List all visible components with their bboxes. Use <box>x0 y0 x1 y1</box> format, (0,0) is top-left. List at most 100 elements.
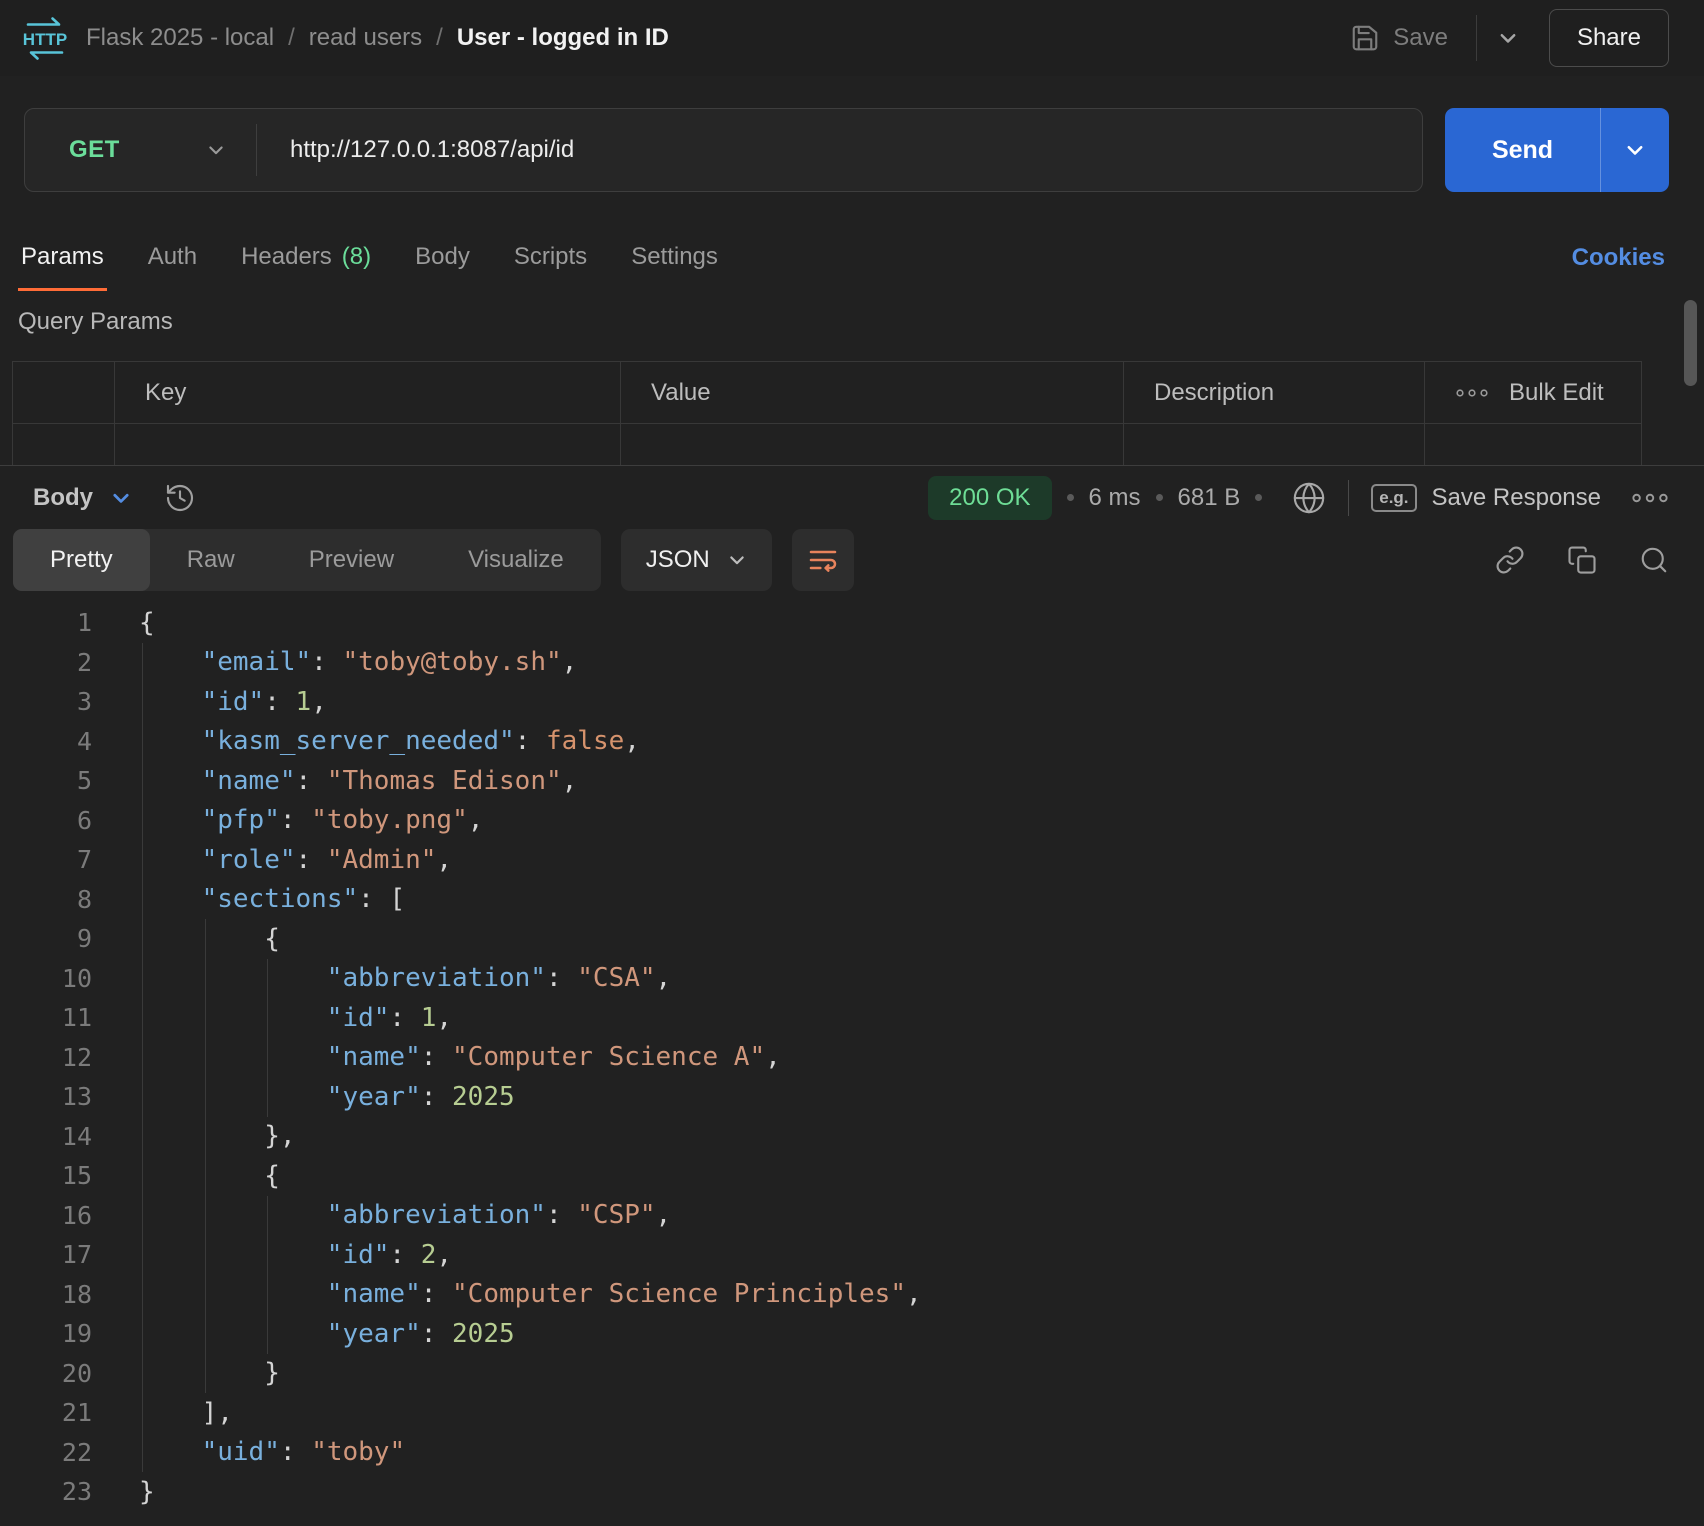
body-chevron-icon <box>110 487 132 509</box>
code-line: 12"name": "Computer Science A", <box>0 1038 1704 1078</box>
format-dropdown[interactable]: JSON <box>621 529 772 591</box>
code-line: 15{ <box>0 1156 1704 1196</box>
tab-auth[interactable]: Auth <box>145 225 200 291</box>
line-content: "abbreviation": "CSA", <box>139 959 671 999</box>
breadcrumb-separator: / <box>436 24 443 52</box>
code-line: 21], <box>0 1393 1704 1433</box>
breadcrumb: Flask 2025 - local / read users / User -… <box>86 24 669 52</box>
response-time[interactable]: 6 ms <box>1089 484 1141 512</box>
line-content: ], <box>139 1393 233 1433</box>
line-content: "year": 2025 <box>139 1314 515 1354</box>
param-checkbox-column <box>13 362 115 424</box>
param-row-cell <box>1425 424 1641 465</box>
bulk-edit-label: Bulk Edit <box>1509 379 1604 407</box>
send-options-chevron-icon[interactable] <box>1601 108 1669 192</box>
code-line: 11 "id": 1, <box>0 998 1704 1038</box>
more-options-icon <box>1455 386 1489 400</box>
column-header-key: Key <box>115 362 621 424</box>
save-response-button[interactable]: Save Response <box>1432 484 1601 512</box>
view-tab-visualize[interactable]: Visualize <box>431 529 601 591</box>
view-tab-raw[interactable]: Raw <box>150 529 272 591</box>
svg-text:HTTP: HTTP <box>23 30 67 49</box>
save-icon <box>1350 23 1380 53</box>
line-number: 18 <box>0 1280 92 1309</box>
bulk-edit-cell[interactable]: Bulk Edit <box>1425 362 1641 424</box>
share-button[interactable]: Share <box>1549 9 1669 67</box>
line-number: 13 <box>0 1082 92 1111</box>
code-line: 5"name": "Thomas Edison", <box>0 761 1704 801</box>
response-meta-row: Body 200 OK 6 ms 681 B e.g. Save Respons… <box>33 466 1669 529</box>
response-body-viewer[interactable]: 1{2"email": "toby@toby.sh",3"id": 1,4"ka… <box>0 603 1704 1526</box>
status-badge[interactable]: 200 OK <box>928 476 1051 520</box>
format-label: JSON <box>646 546 710 574</box>
save-button[interactable]: Save <box>1350 23 1448 53</box>
breadcrumb-request-title: User - logged in ID <box>457 24 669 52</box>
line-number: 4 <box>0 727 92 756</box>
scrollbar-thumb[interactable] <box>1684 300 1697 386</box>
request-tabs: ParamsAuthHeaders(8)BodyScriptsSettings … <box>18 225 1665 291</box>
code-line: 23} <box>0 1472 1704 1512</box>
param-row-cell[interactable] <box>13 424 115 465</box>
code-line: 17"id": 2, <box>0 1235 1704 1275</box>
cookies-link[interactable]: Cookies <box>1572 244 1665 272</box>
tab-headers[interactable]: Headers(8) <box>238 225 374 291</box>
search-response-icon[interactable] <box>1639 545 1669 575</box>
code-line: 22"uid": "toby" <box>0 1433 1704 1473</box>
save-label: Save <box>1393 24 1448 52</box>
method-label: GET <box>69 136 120 164</box>
url-input[interactable]: http://127.0.0.1:8087/api/id <box>257 136 574 164</box>
line-number: 8 <box>0 885 92 914</box>
code-line: 3"id": 1, <box>0 682 1704 722</box>
column-header-description: Description <box>1124 362 1425 424</box>
view-tab-pretty[interactable]: Pretty <box>13 529 150 591</box>
param-row-cell[interactable] <box>115 424 621 465</box>
tab-scripts[interactable]: Scripts <box>511 225 590 291</box>
method-selector[interactable]: GET <box>25 136 256 164</box>
copy-link-icon[interactable] <box>1495 545 1525 575</box>
code-line: 4 "kasm_server_needed": false, <box>0 722 1704 762</box>
code-line: 16"abbreviation": "CSP", <box>0 1196 1704 1236</box>
line-number: 14 <box>0 1122 92 1151</box>
line-content: { <box>139 919 280 959</box>
breadcrumb-folder[interactable]: read users <box>309 24 422 52</box>
send-button[interactable]: Send <box>1445 108 1601 192</box>
line-number: 3 <box>0 687 92 716</box>
code-line: 6"pfp": "toby.png", <box>0 801 1704 841</box>
param-row-cell[interactable] <box>1124 424 1425 465</box>
line-number: 16 <box>0 1201 92 1230</box>
headers-count-badge: (8) <box>342 243 371 271</box>
network-info-globe-icon[interactable] <box>1292 481 1326 515</box>
line-content: "id": 1, <box>139 998 452 1038</box>
response-more-options-icon[interactable] <box>1631 490 1669 506</box>
breadcrumb-collection[interactable]: Flask 2025 - local <box>86 24 274 52</box>
view-tab-preview[interactable]: Preview <box>272 529 431 591</box>
line-content: "role": "Admin", <box>139 840 452 880</box>
line-content: "year": 2025 <box>139 1077 515 1117</box>
code-line: 20} <box>0 1354 1704 1394</box>
param-row-cell[interactable] <box>621 424 1124 465</box>
line-number: 17 <box>0 1240 92 1269</box>
code-line: 8 "sections": [ <box>0 880 1704 920</box>
line-number: 22 <box>0 1438 92 1467</box>
tab-body[interactable]: Body <box>412 225 473 291</box>
line-number: 2 <box>0 648 92 677</box>
response-history-icon[interactable] <box>164 482 196 514</box>
line-content: "sections": [ <box>139 880 405 920</box>
code-line: 1{ <box>0 603 1704 643</box>
response-body-dropdown[interactable]: Body <box>33 484 132 512</box>
line-number: 7 <box>0 845 92 874</box>
line-content: "email": "toby@toby.sh", <box>139 643 577 683</box>
line-content: "kasm_server_needed": false, <box>139 722 640 762</box>
copy-response-icon[interactable] <box>1567 545 1597 575</box>
tab-params[interactable]: Params <box>18 225 107 291</box>
response-size[interactable]: 681 B <box>1178 484 1241 512</box>
dot-separator <box>1156 494 1163 501</box>
top-bar: HTTP Flask 2025 - local / read users / U… <box>0 0 1704 76</box>
line-number: 11 <box>0 1003 92 1032</box>
tab-settings[interactable]: Settings <box>628 225 721 291</box>
divider <box>1476 15 1477 61</box>
wrap-text-button[interactable] <box>792 529 854 591</box>
save-options-chevron-icon[interactable] <box>1497 27 1519 49</box>
line-number: 23 <box>0 1477 92 1506</box>
line-number: 6 <box>0 806 92 835</box>
